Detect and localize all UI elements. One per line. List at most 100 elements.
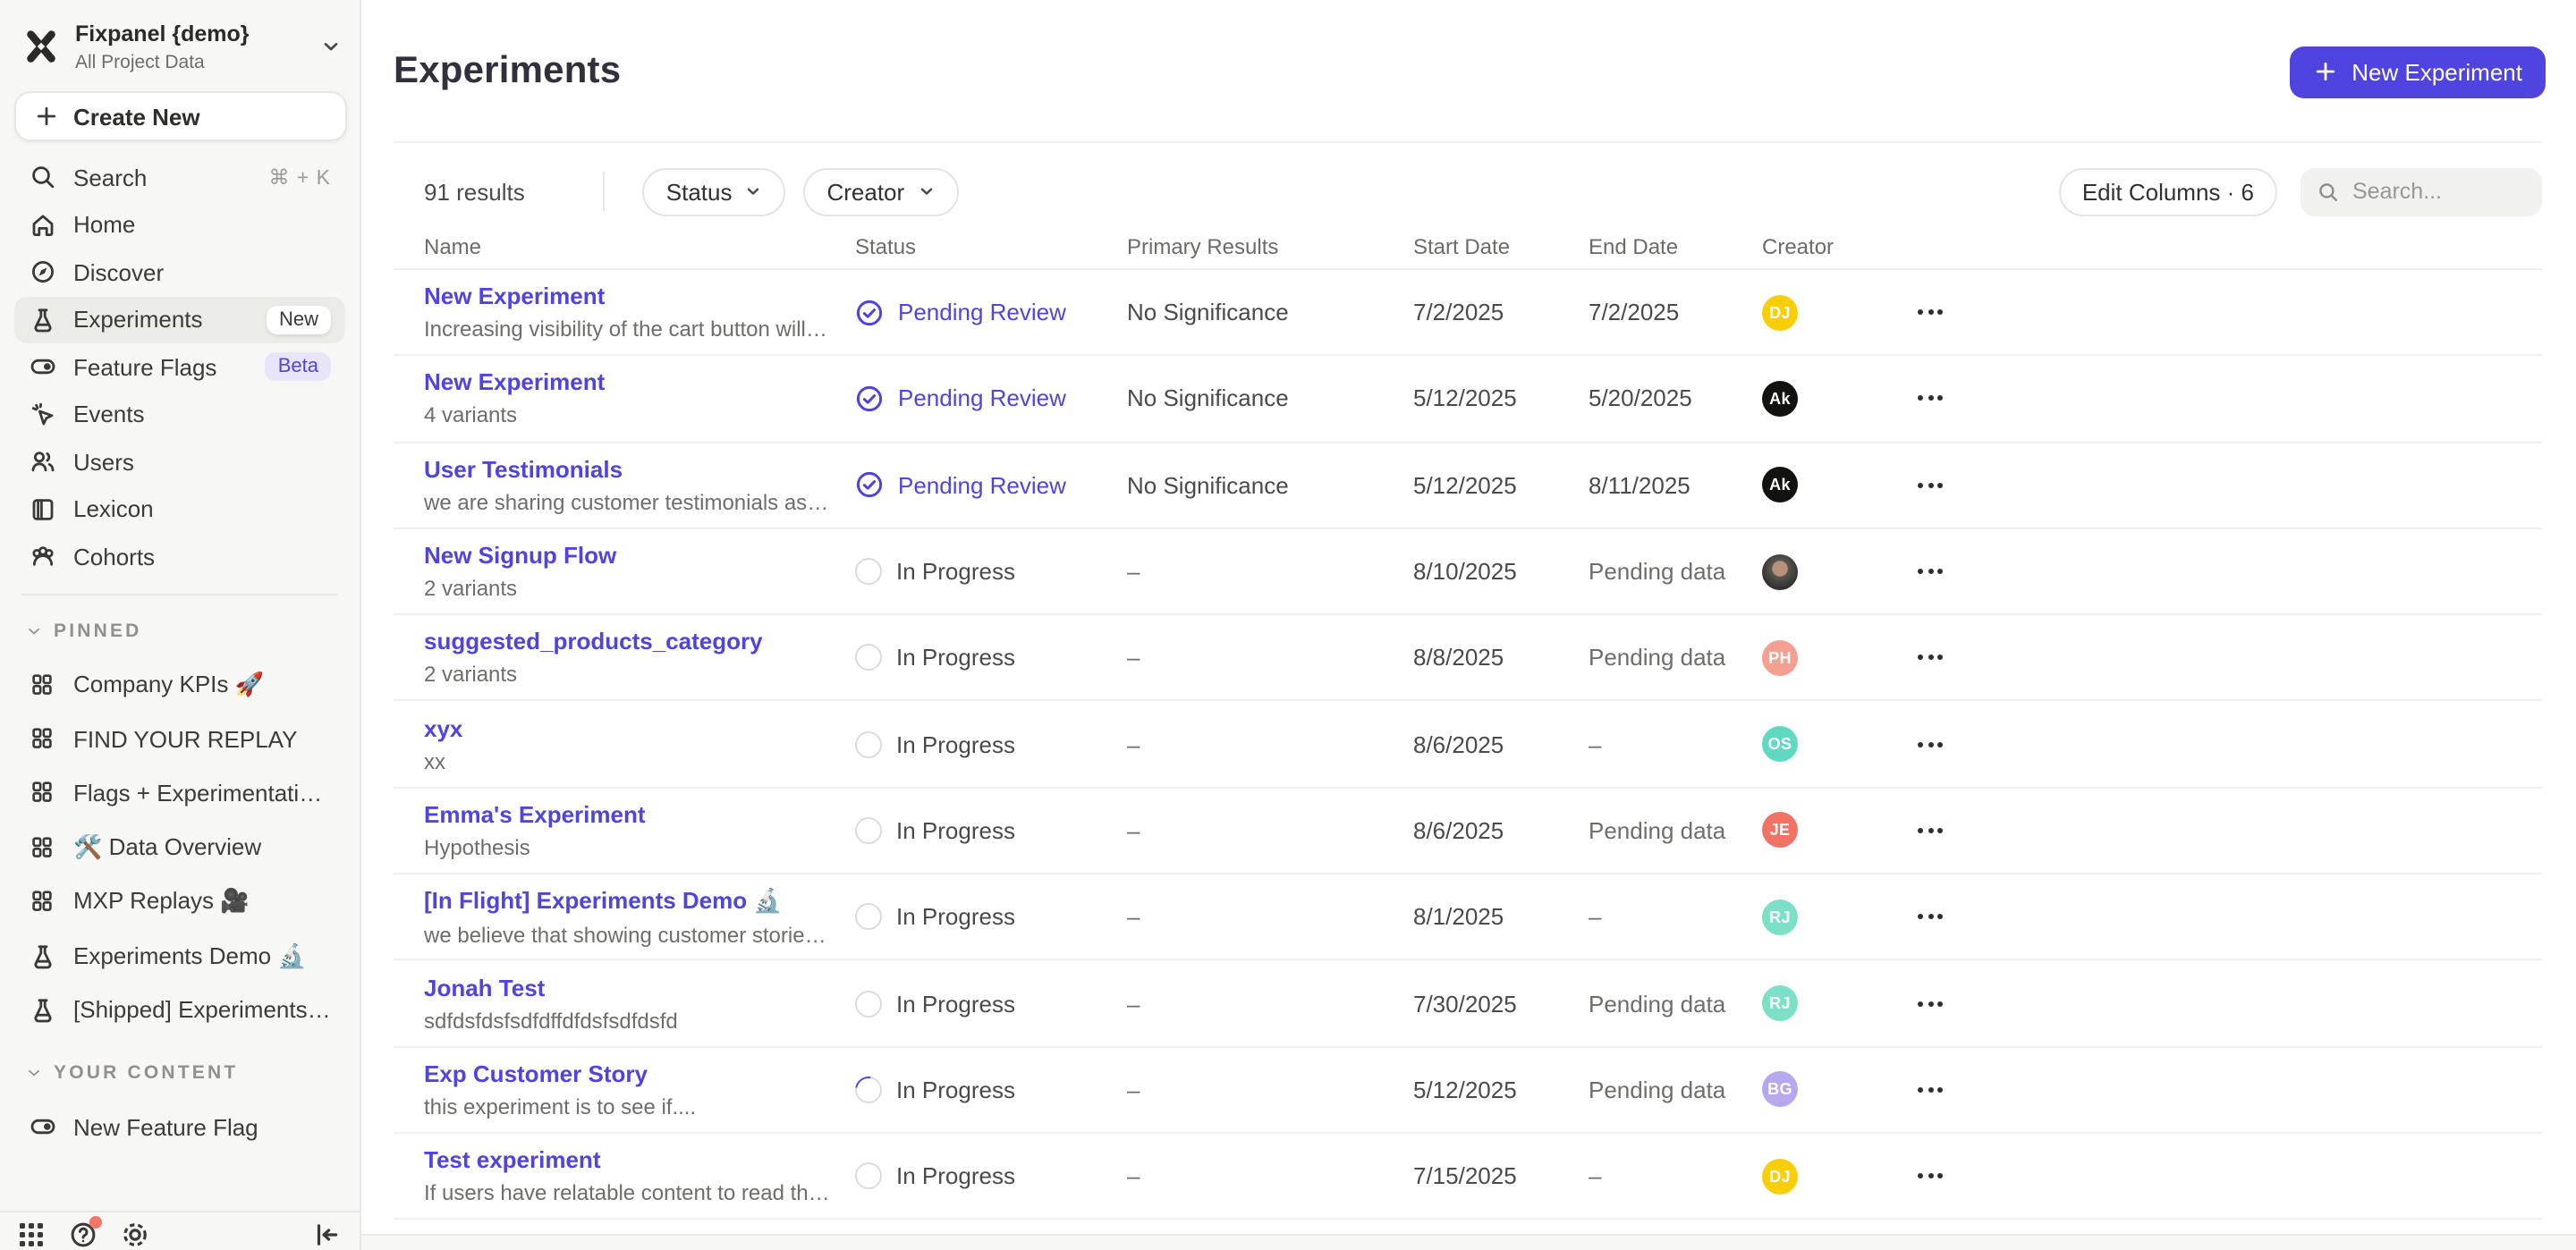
experiment-name-link[interactable]: Test experiment	[424, 1146, 830, 1173]
row-actions-button[interactable]	[1911, 558, 1950, 585]
experiment-name-link[interactable]: Exp Customer Story	[424, 1060, 830, 1087]
experiment-name-link[interactable]: User Testimonials	[424, 455, 830, 482]
status-filter-dropdown[interactable]: Status	[643, 167, 786, 215]
status-label: In Progress	[896, 817, 1015, 844]
row-actions-button[interactable]	[1911, 645, 1950, 671]
creator-filter-dropdown[interactable]: Creator	[803, 167, 958, 215]
sidebar-item-data-overview[interactable]: 🛠️ Data Overview	[14, 820, 345, 874]
creator-cell: BG	[1762, 1072, 1902, 1108]
sidebar-item-feature-flags[interactable]: Feature FlagsBeta	[14, 343, 345, 391]
sidebar-item-flags-experimentation-demo[interactable]: Flags + Experimentation Demo ,	[14, 766, 345, 821]
board-icon	[29, 724, 57, 753]
results-count: 91 results	[424, 178, 525, 205]
sidebar-item-company-kpis[interactable]: Company KPIs 🚀	[14, 657, 345, 712]
table-row: xyxxxIn Progress–8/6/2025–OS	[394, 702, 2542, 789]
row-actions-button[interactable]	[1911, 299, 1950, 325]
sidebar-item-events[interactable]: Events	[14, 391, 345, 438]
status-label: Pending Review	[898, 471, 1066, 498]
status-cell: In Progress	[855, 1077, 1127, 1103]
status-label: In Progress	[896, 903, 1015, 930]
sidebar-item-users[interactable]: Users	[14, 438, 345, 486]
row-actions-button[interactable]	[1911, 1077, 1950, 1103]
status-cell: Pending Review	[855, 298, 1127, 326]
sidebar-item-search[interactable]: Search⌘ + K	[14, 154, 345, 201]
row-actions-button[interactable]	[1911, 903, 1950, 930]
page-header: Experiments New Experiment	[361, 0, 2576, 143]
sidebar-item-home[interactable]: Home	[14, 201, 345, 249]
primary-results-cell: –	[1127, 817, 1413, 844]
primary-results-cell: –	[1127, 1162, 1413, 1189]
creator-avatar[interactable]: Ak	[1762, 467, 1798, 503]
creator-avatar[interactable]: RJ	[1762, 899, 1798, 934]
start-date-cell: 7/30/2025	[1413, 990, 1589, 1017]
creator-avatar[interactable]: DJ	[1762, 1158, 1798, 1194]
edit-columns-button[interactable]: Edit Columns · 6	[2059, 167, 2277, 215]
workspace-name: Fixpanel {demo}	[75, 21, 250, 46]
creator-avatar[interactable]: BG	[1762, 1072, 1798, 1108]
creator-avatar-photo[interactable]	[1762, 553, 1798, 589]
column-header-status: Status	[855, 233, 1127, 258]
workspace-subtitle: All Project Data	[75, 52, 306, 73]
table-row: Test experimentIf users have relatable c…	[394, 1134, 2542, 1220]
creator-cell: RJ	[1762, 899, 1902, 934]
primary-results-cell: No Significance	[1127, 385, 1413, 412]
apps-grid-icon[interactable]	[16, 1220, 47, 1250]
collapse-sidebar-icon[interactable]	[311, 1220, 342, 1250]
sidebar-item-label: FIND YOUR REPLAY	[73, 725, 331, 752]
creator-filter-label: Creator	[826, 178, 904, 205]
experiment-name-link[interactable]: Emma's Experiment	[424, 801, 830, 828]
progress-circle-icon	[855, 817, 882, 844]
sidebar-item-experiments[interactable]: ExperimentsNew	[14, 296, 345, 343]
primary-results-cell: –	[1127, 990, 1413, 1017]
experiment-name-link[interactable]: Jonah Test	[424, 974, 830, 1001]
section-header-your-content[interactable]: YOUR CONTENT	[25, 1059, 338, 1087]
beta-badge: Beta	[266, 353, 331, 382]
sidebar-item-lexicon[interactable]: Lexicon	[14, 486, 345, 533]
sidebar-item-new-feature-flag[interactable]: New Feature Flag	[14, 1100, 345, 1154]
new-experiment-button[interactable]: New Experiment	[2289, 46, 2546, 97]
row-actions-button[interactable]	[1911, 1162, 1950, 1189]
sidebar-item-experiments-demo[interactable]: Experiments Demo 🔬	[14, 929, 345, 984]
experiment-name-link[interactable]: xyx	[424, 714, 830, 741]
column-header-creator: Creator	[1762, 233, 1902, 258]
experiment-name-link[interactable]: suggested_products_category	[424, 629, 830, 655]
creator-avatar[interactable]: Ak	[1762, 381, 1798, 417]
table-body: New ExperimentIncreasing visibility of t…	[394, 270, 2542, 1220]
table-row: New Signup Flow2 variantsIn Progress–8/1…	[394, 529, 2542, 616]
creator-avatar[interactable]: OS	[1762, 726, 1798, 762]
section-header-pinned[interactable]: PINNED	[25, 616, 338, 645]
creator-avatar[interactable]: DJ	[1762, 294, 1798, 330]
experiment-subtitle: 4 variants	[424, 403, 830, 428]
creator-avatar[interactable]: PH	[1762, 640, 1798, 676]
experiment-name-link[interactable]: New Experiment	[424, 283, 830, 309]
board-icon	[29, 888, 57, 916]
check-circle-icon	[855, 298, 884, 326]
row-actions-button[interactable]	[1911, 817, 1950, 844]
workspace-switcher[interactable]: Fixpanel {demo} All Project Data	[0, 0, 360, 88]
search-input[interactable]	[2352, 179, 2526, 204]
sidebar-item-discover[interactable]: Discover	[14, 249, 345, 296]
sidebar-item-shipped-experiments-demo[interactable]: [Shipped] Experiments Demo 🖊️	[14, 984, 345, 1038]
create-new-button[interactable]: Create New	[14, 91, 347, 141]
gear-icon[interactable]	[120, 1220, 150, 1250]
help-icon[interactable]	[68, 1220, 98, 1250]
row-actions-button[interactable]	[1911, 471, 1950, 498]
status-cell: Pending Review	[855, 384, 1127, 413]
start-date-cell: 7/2/2025	[1413, 299, 1589, 325]
row-actions-button[interactable]	[1911, 990, 1950, 1017]
sidebar-item-cohorts[interactable]: Cohorts	[14, 533, 345, 580]
sidebar-divider	[21, 593, 338, 595]
creator-avatar[interactable]: RJ	[1762, 985, 1798, 1021]
row-actions-button[interactable]	[1911, 385, 1950, 412]
experiment-name-link[interactable]: New Signup Flow	[424, 542, 830, 569]
start-date-cell: 8/1/2025	[1413, 903, 1589, 930]
progress-circle-icon	[855, 731, 882, 757]
experiment-name-link[interactable]: [In Flight] Experiments Demo 🔬	[424, 886, 830, 915]
sidebar-item-mxp-replays[interactable]: MXP Replays 🎥	[14, 874, 345, 929]
sidebar-item-find-your-replay[interactable]: FIND YOUR REPLAY	[14, 712, 345, 766]
experiment-name-link[interactable]: New Experiment	[424, 369, 830, 396]
creator-avatar[interactable]: JE	[1762, 813, 1798, 849]
experiment-subtitle: xx	[424, 748, 830, 773]
row-actions-button[interactable]	[1911, 731, 1950, 757]
sidebar-item-label: Home	[73, 212, 331, 239]
